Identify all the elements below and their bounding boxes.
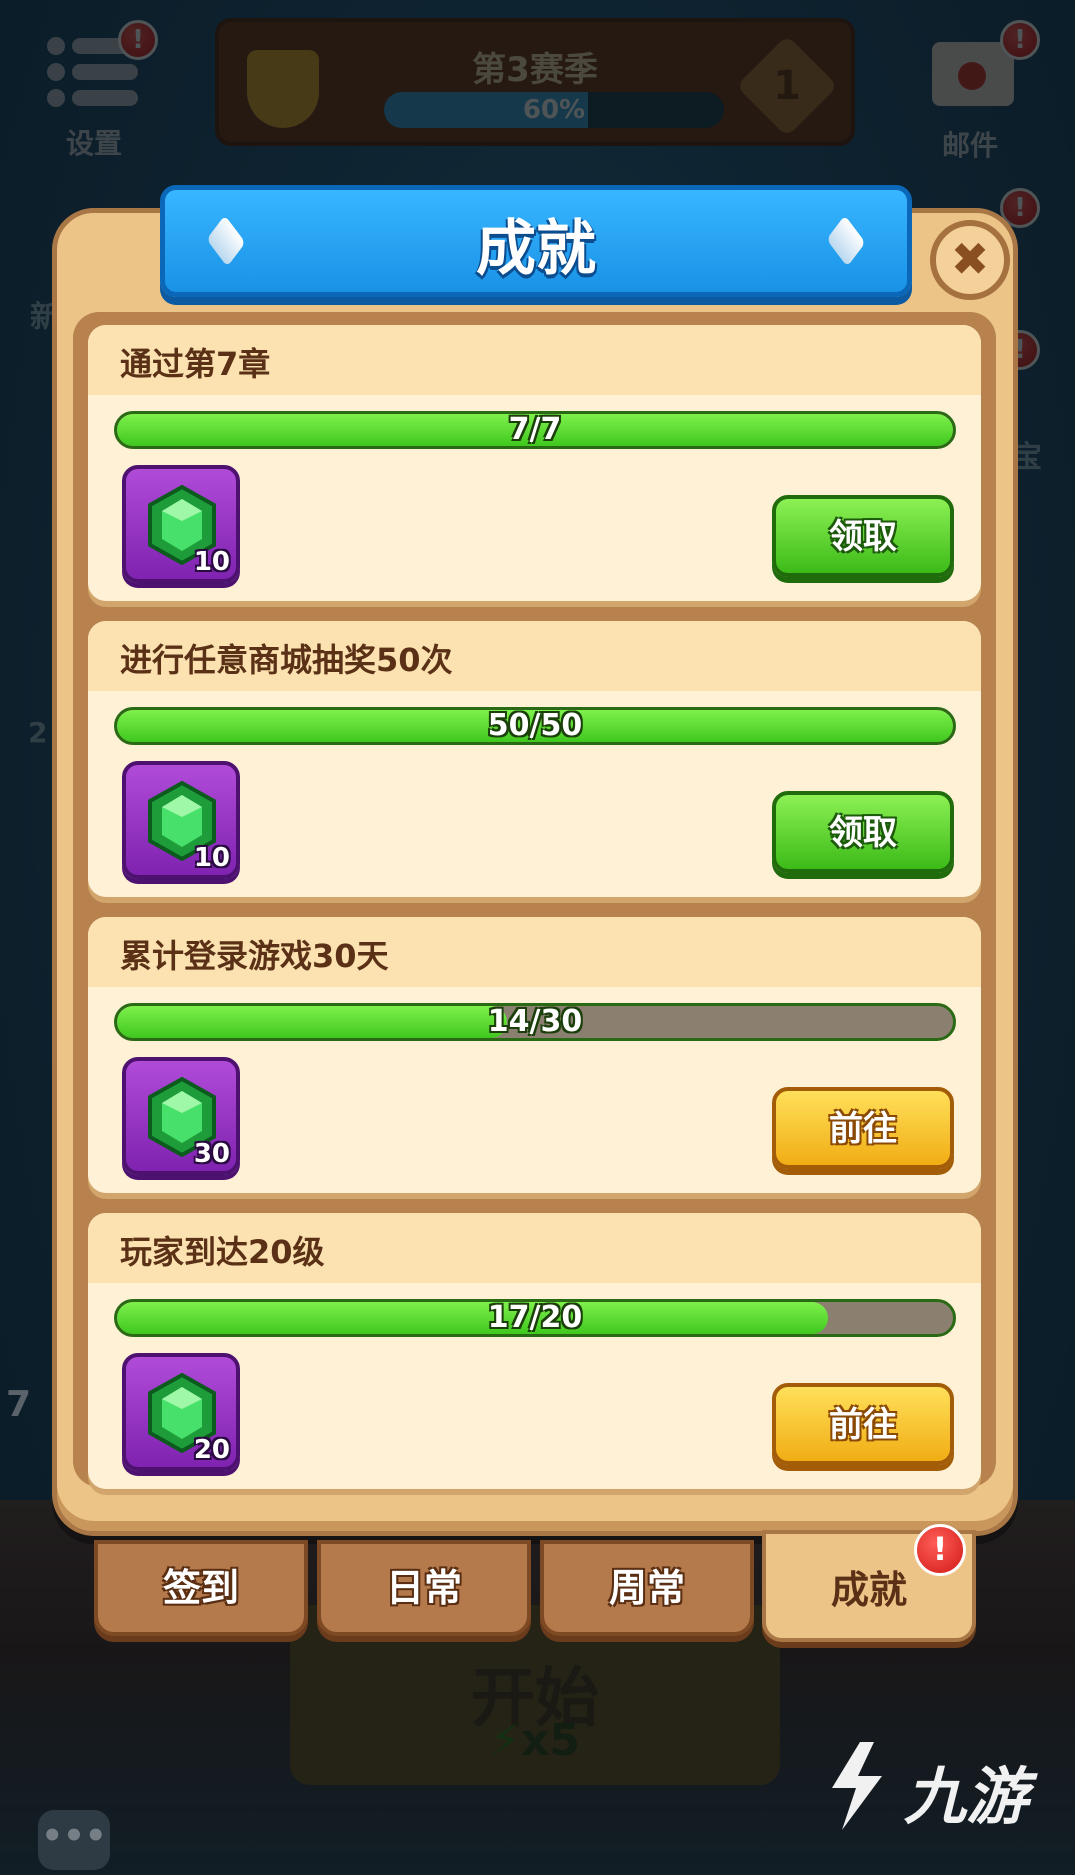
achievement-progress-text: 14/30: [487, 1004, 583, 1039]
achievement-progress-bar: 17/20: [114, 1299, 956, 1337]
goto-button[interactable]: 前往: [772, 1087, 954, 1169]
jiuyou-logo-icon: [832, 1742, 882, 1830]
achievement-progress-text: 50/50: [487, 708, 583, 743]
reward-item[interactable]: 10: [122, 761, 240, 879]
achievement-card: 累计登录游戏30天 14/30 30 前往: [88, 917, 981, 1193]
watermark: 九游: [820, 1738, 1050, 1838]
achievement-title: 累计登录游戏30天: [120, 937, 389, 975]
close-button[interactable]: ✖: [930, 220, 1010, 300]
achievement-progress-bar: 50/50: [114, 707, 956, 745]
dialog-header-banner: 成就: [160, 185, 912, 297]
goto-button[interactable]: 前往: [772, 1383, 954, 1465]
achievement-title: 玩家到达20级: [120, 1233, 325, 1271]
achievement-progress-bar: 7/7: [114, 411, 956, 449]
achievement-progress-text: 7/7: [508, 412, 562, 447]
reward-count: 10: [193, 843, 230, 873]
achievement-card: 玩家到达20级 17/20 20 前往: [88, 1213, 981, 1489]
reward-count: 10: [193, 547, 230, 577]
tab-daily[interactable]: 日常: [317, 1540, 531, 1636]
claim-button[interactable]: 领取: [772, 495, 954, 577]
tab-checkin[interactable]: 签到: [94, 1540, 308, 1636]
claim-button[interactable]: 领取: [772, 791, 954, 873]
achievement-title: 通过第7章: [120, 345, 271, 383]
watermark-text: 九游: [904, 1760, 1029, 1833]
dialog-title: 成就: [476, 214, 596, 284]
close-icon: ✖: [950, 232, 990, 286]
reward-count: 20: [193, 1435, 230, 1465]
reward-item[interactable]: 20: [122, 1353, 240, 1471]
reward-item[interactable]: 30: [122, 1057, 240, 1175]
achievement-progress-text: 17/20: [487, 1300, 583, 1335]
achievement-card: 通过第7章 7/7 10 领取: [88, 325, 981, 601]
tab-weekly[interactable]: 周常: [540, 1540, 754, 1636]
reward-count: 30: [193, 1139, 230, 1169]
achievement-card: 进行任意商城抽奖50次 50/50 10 领取: [88, 621, 981, 897]
tab-alert-badge: !: [914, 1524, 966, 1576]
achievement-progress-bar: 14/30: [114, 1003, 956, 1041]
reward-item[interactable]: 10: [122, 465, 240, 583]
achievement-title: 进行任意商城抽奖50次: [120, 641, 453, 679]
